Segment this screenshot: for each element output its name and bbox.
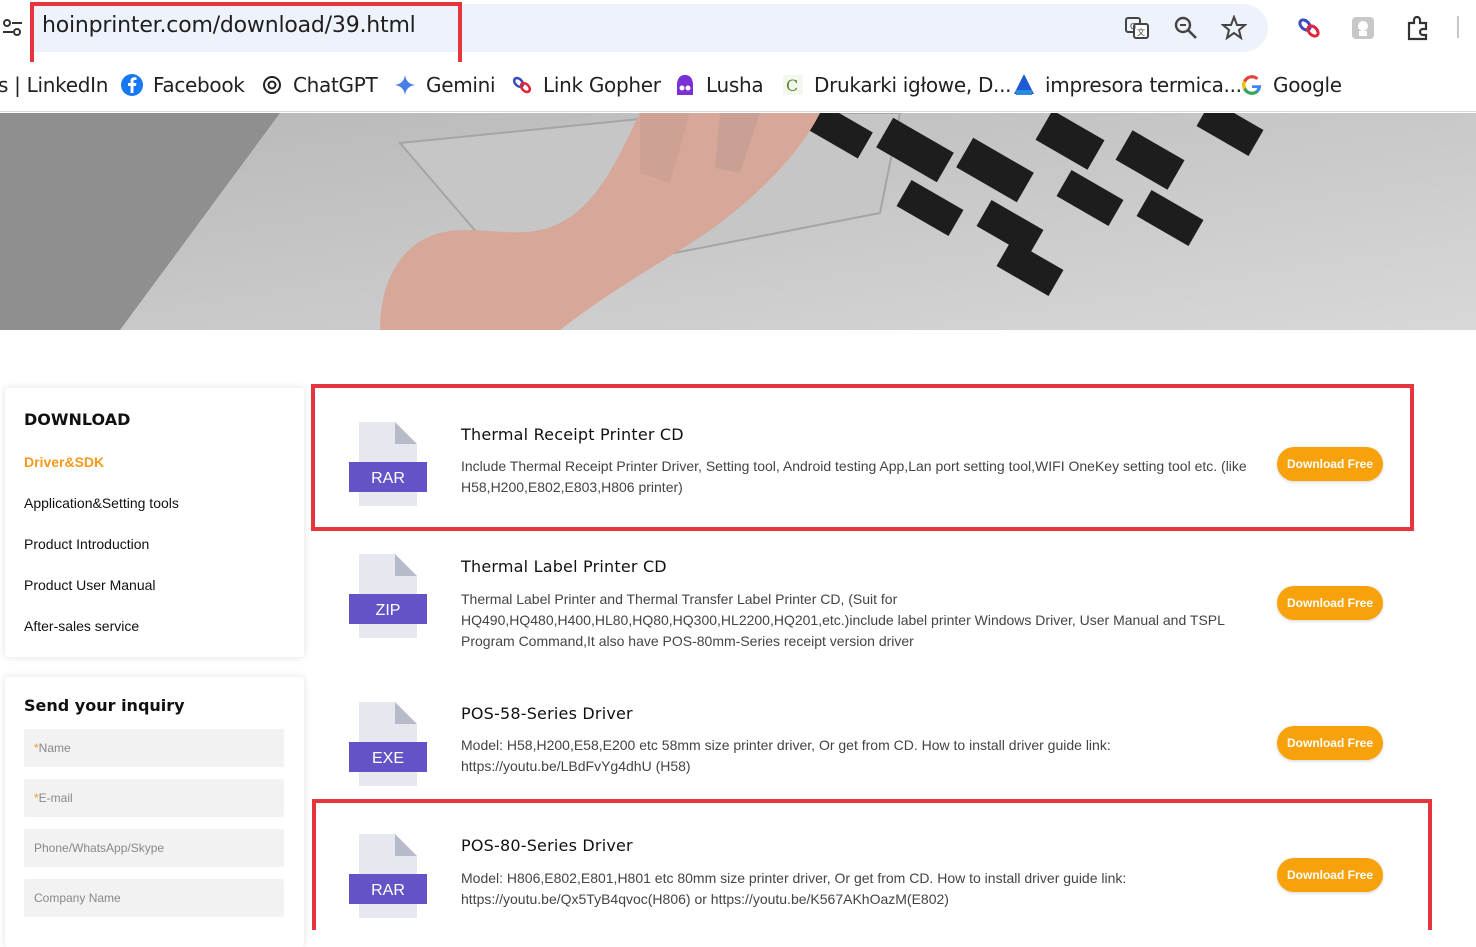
chatgpt-icon xyxy=(260,73,284,97)
google-icon xyxy=(1240,73,1264,97)
download-free-button[interactable]: Download Free xyxy=(1277,858,1383,892)
site-info-icon[interactable] xyxy=(0,13,28,41)
link-gopher-icon xyxy=(510,73,534,97)
bookmark-facebook[interactable]: Facebook xyxy=(120,72,245,98)
gemini-icon xyxy=(393,73,417,97)
extensions-puzzle-icon[interactable] xyxy=(1403,13,1433,43)
file-type-label: RAR xyxy=(371,882,405,899)
phone-placeholder: Phone/WhatsApp/Skype xyxy=(34,841,165,855)
download-free-button[interactable]: Download Free xyxy=(1277,586,1383,620)
download-free-button[interactable]: Download Free xyxy=(1277,447,1383,481)
download-item: ZIP Thermal Label Printer CD Thermal Lab… xyxy=(313,534,1413,674)
bookmark-star-icon[interactable] xyxy=(1219,13,1249,43)
rar-file-icon: RAR xyxy=(349,834,427,918)
bookmark-chatgpt[interactable]: ChatGPT xyxy=(260,72,378,98)
bookmark-google[interactable]: Google xyxy=(1240,72,1342,98)
lusha-icon xyxy=(673,73,697,97)
company-name-field[interactable]: Company Name xyxy=(24,879,284,917)
file-type-label: ZIP xyxy=(376,602,401,619)
site-favicon-icon: C xyxy=(781,73,805,97)
download-title[interactable]: POS-58-Series Driver xyxy=(461,704,633,723)
download-description: Thermal Label Printer and Thermal Transf… xyxy=(461,591,1225,649)
bookmark-link-gopher[interactable]: Link Gopher xyxy=(510,72,661,98)
bookmark-label: ChatGPT xyxy=(293,73,378,97)
nav-item-driver-sdk[interactable]: Driver&SDK xyxy=(24,454,104,470)
browser-toolbar: hoinprinter.com/download/39.html G 文 xyxy=(0,0,1476,67)
company-name-placeholder: Company Name xyxy=(34,891,121,905)
bookmark-impresora[interactable]: impresora termica... xyxy=(1012,72,1242,98)
nav-item-application-setting-tools[interactable]: Application&Setting tools xyxy=(24,495,179,511)
name-field[interactable]: * Name xyxy=(24,729,284,767)
bookmarks-bar: s | LinkedIn Facebook ChatGPT Gemini Lin… xyxy=(0,62,1476,112)
email-placeholder: E-mail xyxy=(38,791,73,805)
bookmark-label: Drukarki igłowe, D... xyxy=(814,73,1012,97)
download-description: Model: H58,H200,E58,E200 etc 58mm size p… xyxy=(461,737,1111,774)
name-placeholder: Name xyxy=(38,741,71,755)
download-nav-card: DOWNLOAD Driver&SDK Application&Setting … xyxy=(5,388,304,657)
download-title[interactable]: Thermal Receipt Printer CD xyxy=(461,425,684,444)
bookmark-label: Lusha xyxy=(706,73,764,97)
extension-badge-icon[interactable] xyxy=(1348,13,1378,43)
bookmark-linkedin[interactable]: s | LinkedIn xyxy=(0,72,108,98)
inquiry-title: Send your inquiry xyxy=(24,696,185,715)
bookmark-label: Facebook xyxy=(153,73,245,97)
download-description: Include Thermal Receipt Printer Driver, … xyxy=(461,458,1247,495)
download-description: Model: H806,E802,E801,H801 etc 80mm size… xyxy=(461,870,1127,907)
url-highlight-box xyxy=(30,2,462,67)
zip-file-icon: ZIP xyxy=(349,554,427,638)
rar-file-icon: RAR xyxy=(349,422,427,506)
bookmark-lusha[interactable]: Lusha xyxy=(673,72,764,98)
nav-item-product-introduction[interactable]: Product Introduction xyxy=(24,536,149,552)
bookmark-label: impresora termica... xyxy=(1045,73,1242,97)
download-item: EXE POS-58-Series Driver Model: H58,H200… xyxy=(313,680,1413,800)
toolbar-divider xyxy=(1457,16,1459,38)
email-field[interactable]: * E-mail xyxy=(24,779,284,817)
link-gopher-extension-icon[interactable] xyxy=(1294,13,1324,43)
translate-icon[interactable]: G 文 xyxy=(1122,13,1152,43)
svg-text:文: 文 xyxy=(1137,27,1145,37)
zoom-icon[interactable] xyxy=(1171,13,1201,43)
site-favicon-icon xyxy=(1012,73,1036,97)
inquiry-form-card: Send your inquiry * Name * E-mail Phone/Wh… xyxy=(5,677,304,947)
bookmark-label: Gemini xyxy=(426,73,496,97)
download-title[interactable]: POS-80-Series Driver xyxy=(461,836,633,855)
svg-text:C: C xyxy=(786,76,798,95)
nav-item-after-sales-service[interactable]: After-sales service xyxy=(24,618,139,634)
hero-banner-image xyxy=(0,113,1476,330)
file-type-label: EXE xyxy=(372,750,404,767)
download-nav-title: DOWNLOAD xyxy=(24,410,131,429)
svg-text:G: G xyxy=(1130,22,1136,31)
bookmark-gemini[interactable]: Gemini xyxy=(393,72,496,98)
phone-field[interactable]: Phone/WhatsApp/Skype xyxy=(24,829,284,867)
file-type-label: RAR xyxy=(371,470,405,487)
download-item: RAR Thermal Receipt Printer CD Include T… xyxy=(313,392,1413,524)
facebook-icon xyxy=(120,73,144,97)
bookmark-label: Google xyxy=(1273,73,1342,97)
download-free-button[interactable]: Download Free xyxy=(1277,726,1383,760)
bookmark-drukarki[interactable]: C Drukarki igłowe, D... xyxy=(781,72,1012,98)
bookmark-label: Link Gopher xyxy=(543,73,661,97)
download-item: RAR POS-80-Series Driver Model: H806,E80… xyxy=(313,804,1413,930)
bookmark-label: s | LinkedIn xyxy=(0,73,109,97)
exe-file-icon: EXE xyxy=(349,702,427,786)
download-title[interactable]: Thermal Label Printer CD xyxy=(461,557,667,576)
nav-item-product-user-manual[interactable]: Product User Manual xyxy=(24,577,156,593)
